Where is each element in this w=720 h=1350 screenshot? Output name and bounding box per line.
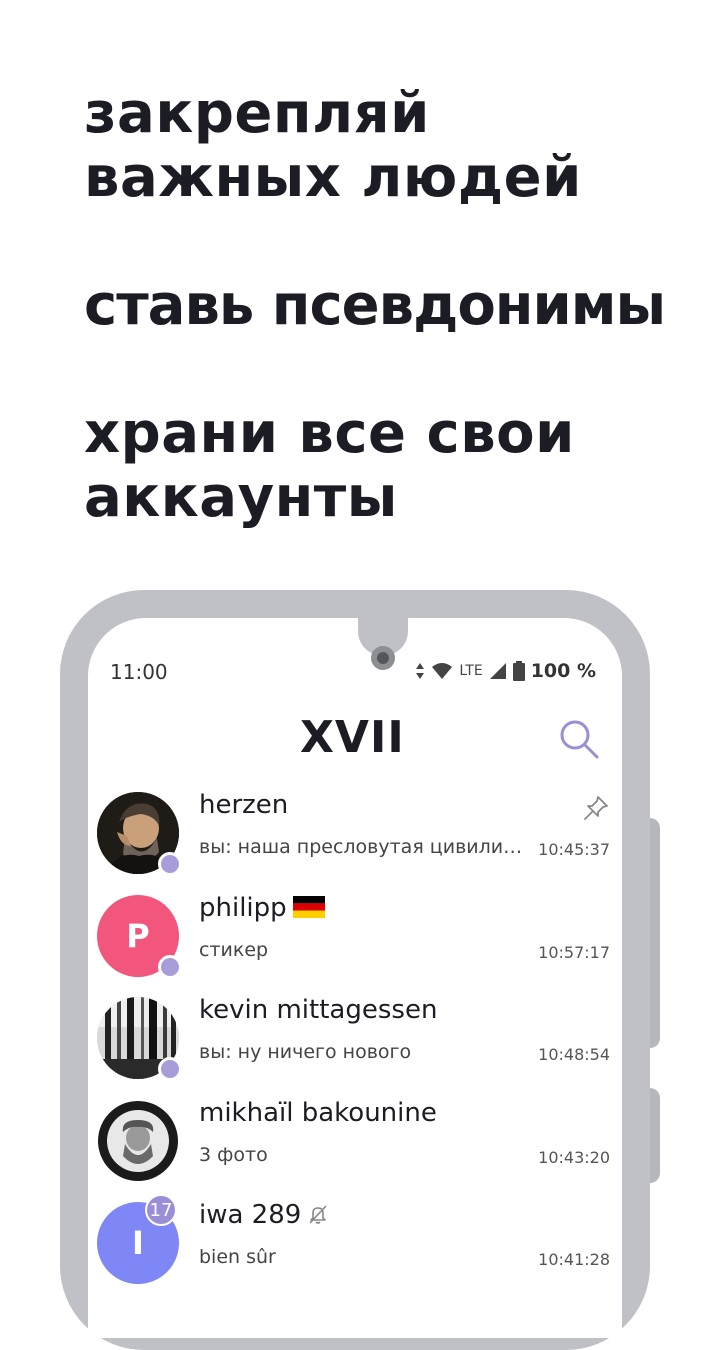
avatar-letter: I [132,1224,144,1263]
promo-line-5: аккаунты [84,465,398,530]
avatar-letter: P [126,916,150,955]
app-bar: XVII [88,708,622,778]
germany-flag-icon [292,895,325,918]
chat-list: herzen вы: наша пресловутая цивилизация … [88,778,622,1291]
chat-preview: вы: ну ничего нового [199,1041,412,1064]
chat-name: iwa 289 [199,1200,329,1230]
chat-item[interactable]: mikhaïl bakounine 3 фото 10:43:20 [88,1086,622,1189]
battery-level: 100 % [530,660,596,682]
promo-line-3: ставь псевдонимы [84,273,666,338]
promo-line-2: важных людей [84,145,582,210]
chat-preview: стикер [199,938,269,961]
chat-preview: вы: наша пресловутая цивилизация [199,836,529,858]
app-logo: XVII [300,712,405,763]
chat-item[interactable]: I 17 iwa 289 bien sûr 10:41:28 [88,1188,622,1291]
pin-icon [584,796,608,820]
status-time: 11:00 [110,660,168,684]
online-indicator [158,1057,182,1082]
chat-time: 10:45:37 [538,840,610,859]
search-icon[interactable] [558,718,600,760]
promo-line-1: закрепляй [84,81,430,146]
side-button [650,818,660,1048]
chat-name: herzen [199,790,289,820]
chat-time: 10:41:28 [538,1250,610,1270]
chat-time: 10:57:17 [538,942,610,962]
side-button [650,1088,660,1183]
phone-screen: 11:00 LTE 100 % XVII herzen вы: наша пре… [88,618,622,1338]
signal-icon [489,663,506,679]
chat-item[interactable]: herzen вы: наша пресловутая цивилизация … [88,778,622,881]
chat-preview: 3 фото [199,1143,268,1166]
chat-time: 10:48:54 [538,1045,610,1065]
network-type: LTE [459,663,483,679]
promo-line-4: храни все свои [84,401,575,466]
chat-name: kevin mittagessen [199,995,438,1026]
online-indicator [158,852,182,876]
chat-name-text: iwa 289 [199,1200,302,1231]
chat-name: philipp [199,893,325,923]
status-bar: 11:00 LTE 100 % [88,658,622,688]
promo-text: закрепляй важных людей ставь псевдонимы … [84,82,704,530]
chat-item[interactable]: kevin mittagessen вы: ну ничего нового 1… [88,983,622,1086]
muted-bell-icon [309,1205,327,1225]
seal-portrait [98,1100,178,1181]
chat-item[interactable]: P philipp стикер 10:57:17 [88,881,622,984]
chat-name-text: philipp [199,892,287,923]
avatar [97,1099,179,1182]
wifi-icon [432,663,453,679]
online-indicator [158,954,182,979]
chat-time: 10:43:20 [538,1147,610,1167]
phone-frame: 11:00 LTE 100 % XVII herzen вы: наша пре… [60,590,660,1350]
chat-preview: bien sûr [199,1246,276,1269]
chat-name: mikhaïl bakounine [199,1097,437,1128]
data-transfer-icon [416,663,425,679]
battery-icon [512,661,525,681]
